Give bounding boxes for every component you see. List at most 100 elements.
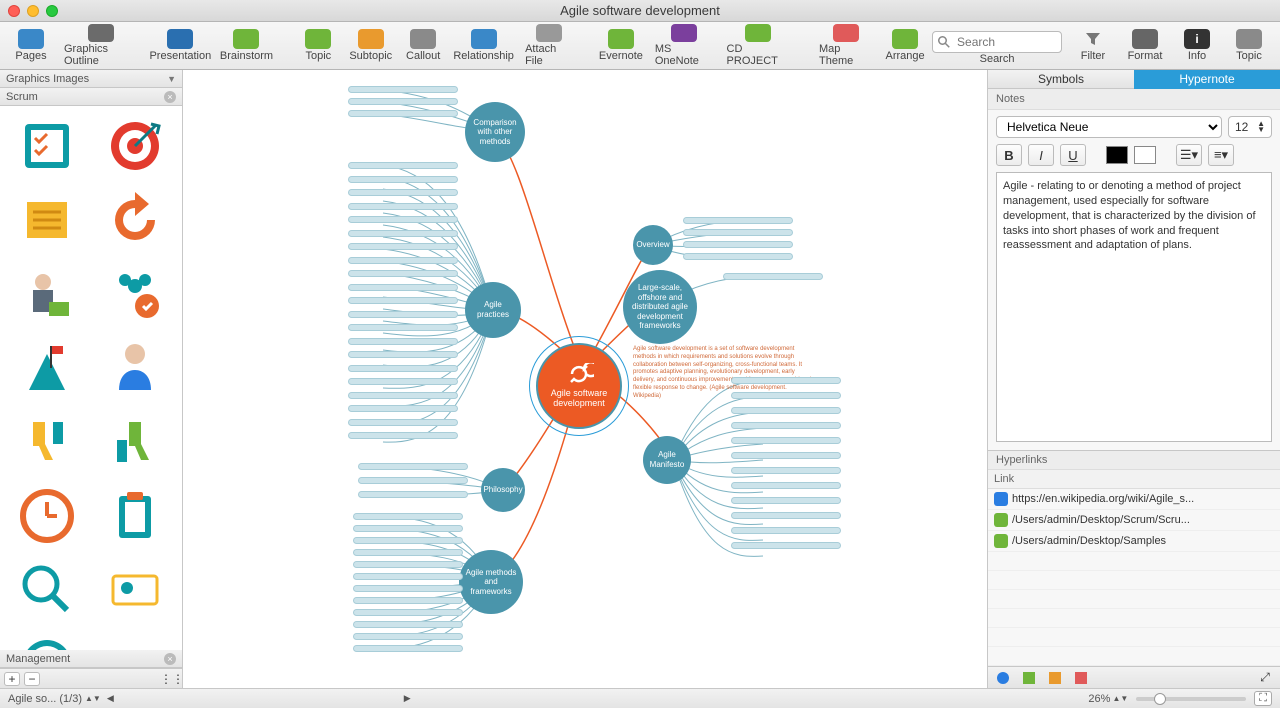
callout-button[interactable]: Callout	[398, 22, 448, 69]
chevron-down-icon[interactable]: ▼	[167, 74, 176, 84]
zoom-knob[interactable]	[1154, 693, 1166, 705]
topic-panel-button[interactable]: Topic	[1224, 22, 1274, 69]
resize-handle[interactable]: ⋮⋮	[166, 672, 178, 686]
management-section-header[interactable]: Management ×	[0, 650, 182, 668]
leaf-node[interactable]	[731, 497, 841, 504]
leaf-node[interactable]	[348, 230, 458, 237]
link-row[interactable]: /Users/admin/Desktop/Scrum/Scru...	[988, 510, 1280, 531]
person-money-icon[interactable]	[6, 260, 88, 328]
zoom-value[interactable]: 26%	[1088, 693, 1110, 705]
leaf-node[interactable]	[348, 176, 458, 183]
attach-file-button[interactable]: Attach File	[519, 22, 578, 69]
arrange-button[interactable]: Arrange	[880, 22, 930, 69]
onenote-button[interactable]: MS OneNote	[649, 22, 719, 69]
link-row[interactable]: /Users/admin/Desktop/Samples	[988, 531, 1280, 552]
leaf-node[interactable]	[353, 621, 463, 628]
leaf-node[interactable]	[348, 324, 458, 331]
philosophy-node[interactable]: Philosophy	[481, 468, 525, 512]
sticky-note-icon[interactable]	[6, 186, 88, 254]
mindmap-canvas[interactable]: Agile software development Agile softwar…	[183, 70, 987, 688]
leaf-node[interactable]	[353, 609, 463, 616]
flag-person-icon[interactable]	[6, 334, 88, 402]
pages-button[interactable]: Pages	[6, 22, 56, 69]
leaf-node[interactable]	[731, 542, 841, 549]
comparison-node[interactable]: Comparison with other methods	[465, 102, 525, 162]
font-size-stepper[interactable]: 12▲▼	[1228, 116, 1272, 138]
map-theme-button[interactable]: Map Theme	[813, 22, 878, 69]
bold-button[interactable]: B	[996, 144, 1022, 166]
leaf-node[interactable]	[358, 463, 468, 470]
thumbs-up-icon[interactable]	[94, 408, 176, 476]
leaf-node[interactable]	[348, 338, 458, 345]
font-family-select[interactable]: Helvetica Neue	[996, 116, 1222, 138]
leaf-node[interactable]	[353, 561, 463, 568]
presentation-button[interactable]: Presentation	[146, 22, 214, 69]
format-button[interactable]: Format	[1120, 22, 1170, 69]
link-row[interactable]: https://en.wikipedia.org/wiki/Agile_s...	[988, 489, 1280, 510]
leaf-node[interactable]	[348, 203, 458, 210]
leaf-node[interactable]	[683, 241, 793, 248]
topic-button[interactable]: Topic	[293, 22, 343, 69]
leaf-node[interactable]	[683, 253, 793, 260]
root-node[interactable]: Agile software development	[536, 343, 622, 429]
graphics-outline-button[interactable]: Graphics Outline	[58, 22, 144, 69]
magnifier-icon[interactable]	[6, 556, 88, 624]
clipboard-icon[interactable]	[94, 482, 176, 550]
businessman-icon[interactable]	[94, 334, 176, 402]
leaf-node[interactable]	[348, 257, 458, 264]
leaf-node[interactable]	[683, 229, 793, 236]
relationship-button[interactable]: Relationship	[450, 22, 517, 69]
page-indicator[interactable]: Agile so... (1/3)	[8, 693, 82, 705]
remove-button[interactable]: −	[24, 672, 40, 686]
leaf-node[interactable]	[731, 392, 841, 399]
leaf-node[interactable]	[348, 365, 458, 372]
gauge-icon[interactable]	[6, 630, 88, 650]
fill-color-swatch[interactable]	[1134, 146, 1156, 164]
leaf-node[interactable]	[353, 645, 463, 652]
leaf-node[interactable]	[348, 284, 458, 291]
leaf-node[interactable]	[731, 512, 841, 519]
id-card-icon[interactable]	[94, 556, 176, 624]
align-button[interactable]: ≡▾	[1208, 144, 1234, 166]
expand-button[interactable]: ⤢	[1254, 670, 1276, 686]
leaf-node[interactable]	[353, 585, 463, 592]
manifesto-node[interactable]: Agile Manifesto	[643, 436, 691, 484]
underline-button[interactable]: U	[1060, 144, 1086, 166]
list-button[interactable]: ☰▾	[1176, 144, 1202, 166]
practices-node[interactable]: Agile practices	[465, 282, 521, 338]
leaf-node[interactable]	[348, 216, 458, 223]
cd-project-button[interactable]: CD PROJECT	[721, 22, 797, 69]
leaf-node[interactable]	[348, 378, 458, 385]
text-color-swatch[interactable]	[1106, 146, 1128, 164]
subtopic-button[interactable]: Subtopic	[345, 22, 396, 69]
close-icon[interactable]: ×	[164, 91, 176, 103]
italic-button[interactable]: I	[1028, 144, 1054, 166]
scrum-section-header[interactable]: Scrum ×	[0, 88, 182, 106]
target-icon[interactable]	[94, 112, 176, 180]
add-button[interactable]: +	[4, 672, 20, 686]
leaf-node[interactable]	[348, 162, 458, 169]
add-maplink-button[interactable]	[1044, 670, 1066, 686]
search-input[interactable]	[932, 31, 1062, 53]
largescale-node[interactable]: Large-scale, offshore and distributed ag…	[623, 270, 697, 344]
evernote-button[interactable]: Evernote	[595, 22, 647, 69]
link-column-header[interactable]: Link	[988, 470, 1280, 489]
tab-symbols[interactable]: Symbols	[988, 70, 1134, 89]
leaf-node[interactable]	[731, 482, 841, 489]
leaf-node[interactable]	[358, 477, 468, 484]
cycle-arrow-icon[interactable]	[94, 186, 176, 254]
filter-button[interactable]: Filter	[1068, 22, 1118, 69]
methods-node[interactable]: Agile methods and frameworks	[459, 550, 523, 614]
leaf-node[interactable]	[731, 527, 841, 534]
close-icon[interactable]: ×	[164, 653, 176, 665]
zoom-stepper-icon[interactable]: ▲▼	[1112, 694, 1128, 703]
team-gear-icon[interactable]	[94, 260, 176, 328]
leaf-node[interactable]	[353, 537, 463, 544]
info-button[interactable]: iInfo	[1172, 22, 1222, 69]
leaf-node[interactable]	[353, 549, 463, 556]
leaf-node[interactable]	[731, 422, 841, 429]
leaf-node[interactable]	[353, 597, 463, 604]
leaf-node[interactable]	[731, 377, 841, 384]
tab-hypernote[interactable]: Hypernote	[1134, 70, 1280, 89]
leaf-node[interactable]	[683, 217, 793, 224]
